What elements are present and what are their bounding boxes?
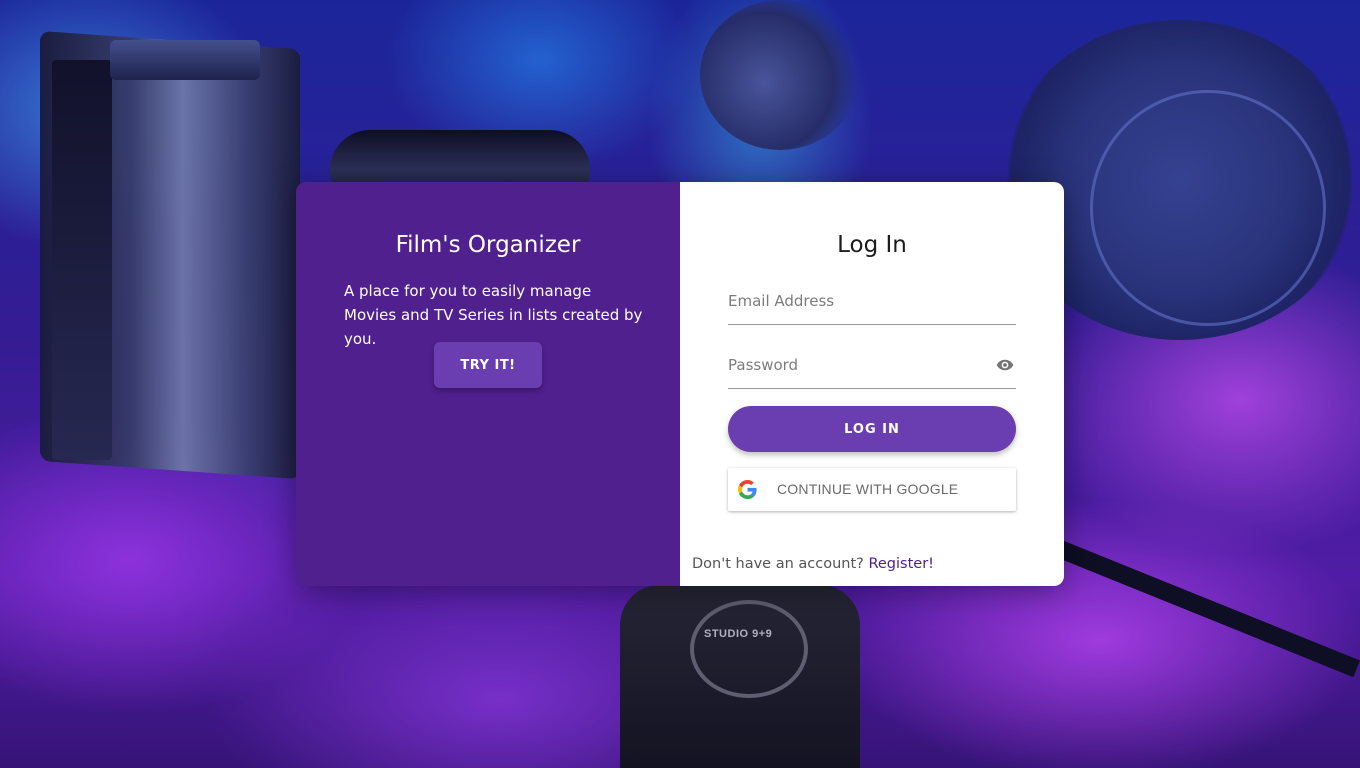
login-button[interactable]: LOG IN [728, 406, 1016, 452]
try-it-button[interactable]: TRY IT! [434, 342, 542, 388]
google-signin-button[interactable]: CONTINUE WITH GOOGLE [728, 468, 1016, 511]
google-signin-label: CONTINUE WITH GOOGLE [777, 481, 959, 497]
email-field [728, 282, 1016, 325]
password-input[interactable] [728, 346, 988, 384]
promo-panel: Film's Organizer A place for you to easi… [296, 182, 680, 586]
password-field [728, 346, 1016, 389]
app-description: A place for you to easily manage Movies … [344, 282, 643, 348]
google-logo-icon [738, 480, 757, 499]
app-title: Film's Organizer [395, 232, 581, 258]
email-input[interactable] [728, 282, 988, 320]
login-page: STUDIO 9+9 Film's Organizer A place for … [0, 0, 1360, 768]
register-link[interactable]: Register! [868, 556, 934, 572]
login-panel: Log In LOG IN [680, 182, 1064, 586]
register-prompt-line: Don't have an account? Register! [692, 556, 934, 572]
eye-icon[interactable] [994, 356, 1016, 374]
login-title: Log In [837, 232, 907, 258]
login-card: Film's Organizer A place for you to easi… [296, 182, 1064, 586]
register-prompt-text: Don't have an account? [692, 556, 864, 572]
